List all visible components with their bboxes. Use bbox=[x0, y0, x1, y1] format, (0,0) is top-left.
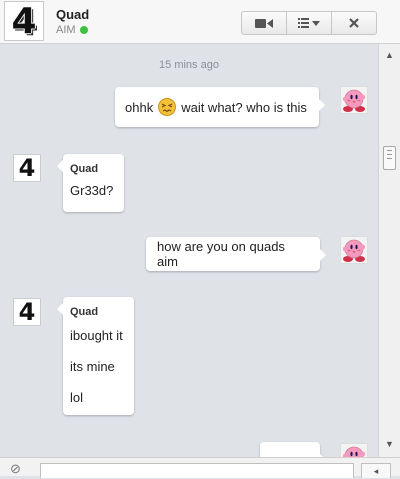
scroll-up-arrow-icon[interactable]: ▲ bbox=[379, 48, 400, 62]
contact-avatar[interactable]: 4 bbox=[4, 1, 44, 42]
sender-name: Quad bbox=[70, 163, 99, 175]
kirby-icon bbox=[342, 89, 366, 112]
scrollbar-thumb[interactable] bbox=[383, 146, 396, 170]
contact-avatar-small[interactable]: 4 bbox=[13, 298, 41, 326]
contact-name: Quad bbox=[56, 7, 90, 22]
kirby-icon bbox=[342, 446, 366, 457]
message-list[interactable]: 15 mins ago ohhk wait what? who is this … bbox=[0, 44, 378, 457]
message-text: Gr33d? bbox=[70, 183, 114, 198]
my-avatar[interactable] bbox=[340, 86, 368, 114]
message-text: ibought it bbox=[70, 328, 123, 343]
chat-header: 4 Quad AIM bbox=[0, 0, 400, 44]
vertical-scrollbar[interactable]: ▲ ▼ bbox=[378, 44, 400, 457]
my-avatar[interactable] bbox=[340, 443, 368, 457]
video-call-button[interactable] bbox=[242, 12, 287, 34]
outgoing-message: ohhk wait what? who is this bbox=[115, 87, 325, 127]
video-camera-icon bbox=[255, 18, 273, 28]
online-status-icon bbox=[79, 26, 88, 34]
contact-status: AIM bbox=[56, 24, 88, 36]
confounded-face-emoji bbox=[158, 98, 177, 116]
status-label: AIM bbox=[56, 24, 76, 36]
message-composer: ⊘ ◂ bbox=[0, 457, 400, 478]
outgoing-message: how are you on quads aim bbox=[146, 237, 326, 271]
sender-name: Quad bbox=[70, 306, 99, 318]
incoming-message: Quad ibought it its mine lol bbox=[57, 297, 134, 415]
scroll-down-arrow-icon[interactable]: ▼ bbox=[379, 437, 400, 451]
outgoing-message bbox=[260, 442, 326, 457]
message-input[interactable] bbox=[40, 463, 354, 478]
message-text: how are you on quads aim bbox=[157, 239, 285, 269]
close-icon bbox=[349, 18, 359, 28]
message-timestamp: 15 mins ago bbox=[159, 59, 219, 71]
kirby-icon bbox=[342, 239, 366, 262]
list-menu-icon bbox=[298, 18, 320, 28]
menu-button[interactable] bbox=[287, 12, 332, 34]
message-text: its mine bbox=[70, 359, 115, 374]
message-text: wait what? who is this bbox=[181, 99, 307, 115]
send-button[interactable]: ◂ bbox=[361, 463, 391, 478]
message-text: ohhk bbox=[125, 99, 154, 115]
incoming-message: Quad Gr33d? bbox=[57, 154, 124, 212]
close-button[interactable] bbox=[332, 12, 376, 34]
my-avatar[interactable] bbox=[340, 236, 368, 264]
header-button-group bbox=[241, 11, 377, 35]
contact-avatar-small[interactable]: 4 bbox=[13, 154, 41, 182]
message-text: lol bbox=[70, 390, 84, 405]
